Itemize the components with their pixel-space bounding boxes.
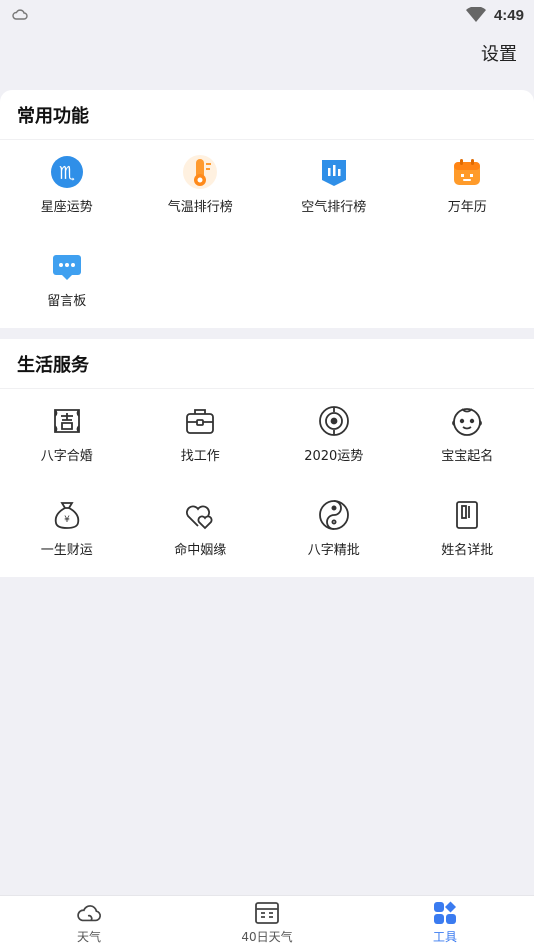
ji-scroll-icon xyxy=(47,401,87,441)
grid-item-2020-fortune[interactable]: 2020运势 xyxy=(267,401,401,495)
message-board-icon xyxy=(47,246,87,286)
grid-item-bazi-marriage[interactable]: 八字合婚 xyxy=(0,401,134,495)
grid-item-label: 万年历 xyxy=(447,200,487,215)
grid-item-label: 留言板 xyxy=(47,294,87,309)
life-services-title: 生活服务 xyxy=(0,339,534,389)
status-bar: 4:49 xyxy=(0,0,534,30)
grid-item-label: 空气排行榜 xyxy=(301,200,367,215)
hearts-icon xyxy=(180,495,220,535)
tab-label: 40日天气 xyxy=(241,930,293,944)
cloud-icon xyxy=(76,900,102,926)
grid-item-lifetime-wealth[interactable]: ¥ 一生财运 xyxy=(0,495,134,589)
grid-item-label: 气温排行榜 xyxy=(167,200,233,215)
status-right: 4:49 xyxy=(465,6,524,24)
grid-item-label: 姓名详批 xyxy=(441,543,494,558)
common-functions-card: 常用功能 ♏ 星座运势 气温排行榜 空气排行榜 万年历 留言板 xyxy=(0,90,534,328)
tab-weather[interactable]: 天气 xyxy=(0,896,178,949)
grid-item-calendar[interactable]: 万年历 xyxy=(401,152,534,246)
grid-item-label: 宝宝起名 xyxy=(441,449,494,464)
grid-item-fated-marriage[interactable]: 命中姻缘 xyxy=(134,495,268,589)
tools-grid-icon xyxy=(432,900,458,926)
zodiac-icon: ♏ xyxy=(47,152,87,192)
grid-item-message-board[interactable]: 留言板 xyxy=(0,246,134,340)
top-bar: 设置 xyxy=(0,30,534,76)
target-icon xyxy=(314,401,354,441)
settings-button[interactable]: 设置 xyxy=(481,40,517,66)
status-left xyxy=(12,8,28,22)
tab-40-day-weather[interactable]: 40日天气 xyxy=(178,896,356,949)
grid-item-label: 命中姻缘 xyxy=(174,543,227,558)
grid-item-bazi-detailed[interactable]: 八字精批 xyxy=(267,495,401,589)
life-services-grid: 八字合婚 找工作 2020运势 宝宝起名 ¥ 一生财运 命中姻缘 八字精批 姓名… xyxy=(0,389,534,589)
grid-item-zodiac[interactable]: ♏ 星座运势 xyxy=(0,152,134,246)
forecast-calendar-icon xyxy=(254,900,280,926)
grid-item-label: 2020运势 xyxy=(304,449,364,464)
wifi-icon xyxy=(465,7,486,22)
thermometer-icon xyxy=(180,152,220,192)
tab-label: 工具 xyxy=(432,930,457,944)
yin-yang-icon xyxy=(314,495,354,535)
air-ranking-icon xyxy=(314,152,354,192)
grid-item-temperature-ranking[interactable]: 气温排行榜 xyxy=(134,152,268,246)
tab-tools[interactable]: 工具 xyxy=(356,896,534,949)
grid-item-name-analysis[interactable]: 姓名详批 xyxy=(401,495,534,589)
svg-text:¥: ¥ xyxy=(64,515,70,525)
common-functions-grid: ♏ 星座运势 气温排行榜 空气排行榜 万年历 留言板 xyxy=(0,140,534,340)
grid-item-baby-naming[interactable]: 宝宝起名 xyxy=(401,401,534,495)
grid-item-label: 八字合婚 xyxy=(40,449,93,464)
svg-text:♏: ♏ xyxy=(59,163,75,184)
grid-item-label: 找工作 xyxy=(180,449,220,464)
grid-item-label: 八字精批 xyxy=(307,543,360,558)
money-bag-icon: ¥ xyxy=(47,495,87,535)
weather-notification-icon xyxy=(12,9,28,20)
baby-icon xyxy=(447,401,487,441)
bottom-tab-bar: 天气 40日天气 工具 xyxy=(0,895,534,949)
grid-item-find-job[interactable]: 找工作 xyxy=(134,401,268,495)
tab-label: 天气 xyxy=(76,930,101,944)
status-time: 4:49 xyxy=(493,6,524,24)
name-card-icon xyxy=(447,495,487,535)
grid-item-label: 星座运势 xyxy=(40,200,93,215)
life-services-card: 生活服务 八字合婚 找工作 2020运势 宝宝起名 ¥ 一生财运 命中姻缘 八字… xyxy=(0,339,534,577)
briefcase-icon xyxy=(180,401,220,441)
common-functions-title: 常用功能 xyxy=(0,90,534,140)
calendar-icon xyxy=(447,152,487,192)
grid-item-air-ranking[interactable]: 空气排行榜 xyxy=(267,152,401,246)
grid-item-label: 一生财运 xyxy=(40,543,93,558)
